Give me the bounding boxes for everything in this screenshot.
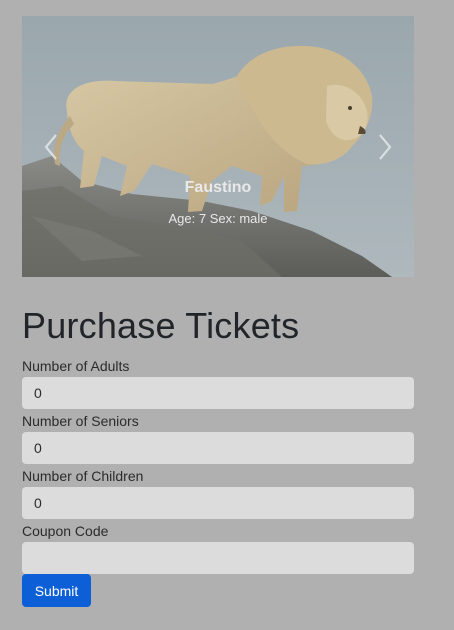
carousel-prev-button[interactable] [22,16,80,277]
coupon-input[interactable] [22,542,414,574]
submit-button[interactable]: Submit [22,574,91,607]
adults-label: Number of Adults [22,358,130,374]
children-input[interactable] [22,487,414,519]
chevron-left-icon [44,133,57,160]
coupon-label: Coupon Code [22,523,109,539]
page-title: Purchase Tickets [22,305,300,346]
adults-input[interactable] [22,377,414,409]
carousel-next-button[interactable] [356,16,414,277]
animal-name: Faustino [184,179,252,196]
animal-carousel: Faustino Age: 7 Sex: male [22,16,414,277]
animal-details: Age: 7 Sex: male [168,211,268,226]
seniors-input[interactable] [22,432,414,464]
page: Faustino Age: 7 Sex: male Purchase Ticke… [0,0,454,630]
children-label: Number of Children [22,468,144,484]
seniors-label: Number of Seniors [22,413,139,429]
chevron-right-icon [379,133,392,160]
